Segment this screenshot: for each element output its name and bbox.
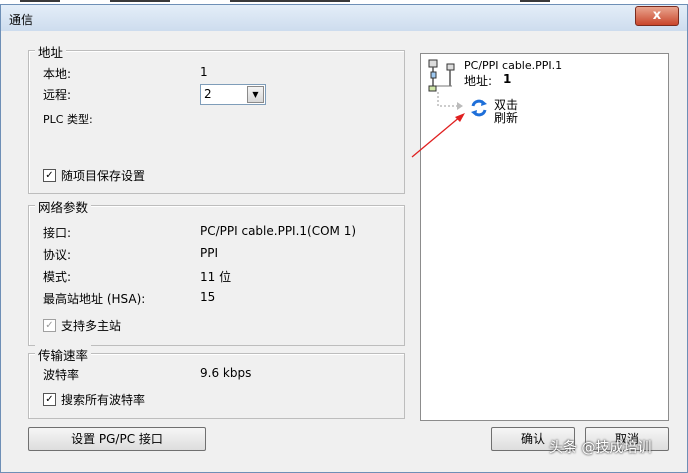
- communications-dialog: 通信 x 地址 本地: 1 远程: 2 ▼ PLC 类型: ✓ 随项目保存设置 …: [0, 4, 688, 473]
- search-all-baud-checkbox[interactable]: ✓: [43, 393, 56, 406]
- save-settings-checkbox[interactable]: ✓: [43, 169, 56, 182]
- protocol-label: 协议:: [43, 248, 72, 262]
- interface-label: 接口:: [43, 226, 72, 240]
- baud-rate-group: 传输速率: [28, 345, 405, 419]
- multimaster-checkbox[interactable]: ✓: [43, 319, 56, 332]
- mode-label: 模式:: [43, 270, 72, 284]
- watermark: 头条 @技成培训: [549, 440, 652, 456]
- tree-address-value: 1: [503, 72, 512, 86]
- local-value: 1: [200, 65, 208, 79]
- protocol-value: PPI: [200, 246, 219, 260]
- interface-value: PC/PPI cable.PPI.1(COM 1): [200, 224, 357, 238]
- network-group-legend: 网络参数: [35, 197, 92, 216]
- tree-address-label: 地址:: [464, 74, 493, 88]
- set-pgpc-interface-button[interactable]: 设置 PG/PC 接口: [28, 427, 206, 451]
- pc-ppi-cable-icon: [428, 59, 455, 92]
- ok-label: 确认: [520, 432, 545, 446]
- multimaster-label: 支持多主站: [61, 319, 122, 333]
- save-settings-label: 随项目保存设置: [61, 169, 146, 183]
- close-icon: x: [652, 8, 662, 23]
- title-bar: 通信 x: [1, 5, 687, 31]
- remote-address-select[interactable]: 2 ▼: [200, 84, 266, 105]
- annotation-arrow: [411, 113, 465, 158]
- window-title: 通信: [9, 13, 34, 27]
- refresh-icon[interactable]: [469, 98, 489, 118]
- local-label: 本地:: [43, 67, 72, 81]
- remote-address-value: 2: [204, 87, 212, 101]
- hsa-label: 最高站地址 (HSA):: [43, 292, 146, 306]
- search-all-baud-label: 搜索所有波特率: [61, 393, 146, 407]
- baud-value: 9.6 kbps: [200, 366, 252, 380]
- chevron-down-icon[interactable]: ▼: [247, 86, 264, 103]
- address-group-legend: 地址: [35, 42, 67, 61]
- hsa-value: 15: [200, 290, 216, 304]
- cable-name: PC/PPI cable.PPI.1: [464, 59, 563, 72]
- baud-label: 波特率: [43, 368, 80, 382]
- remote-label: 远程:: [43, 88, 72, 102]
- plc-type-label: PLC 类型:: [43, 113, 93, 126]
- close-button[interactable]: x: [635, 6, 679, 26]
- set-pgpc-label: 设置 PG/PC 接口: [71, 432, 163, 446]
- baud-group-legend: 传输速率: [35, 345, 92, 364]
- mode-value: 11 位: [200, 270, 232, 284]
- refresh-line-2: 刷新: [494, 111, 519, 125]
